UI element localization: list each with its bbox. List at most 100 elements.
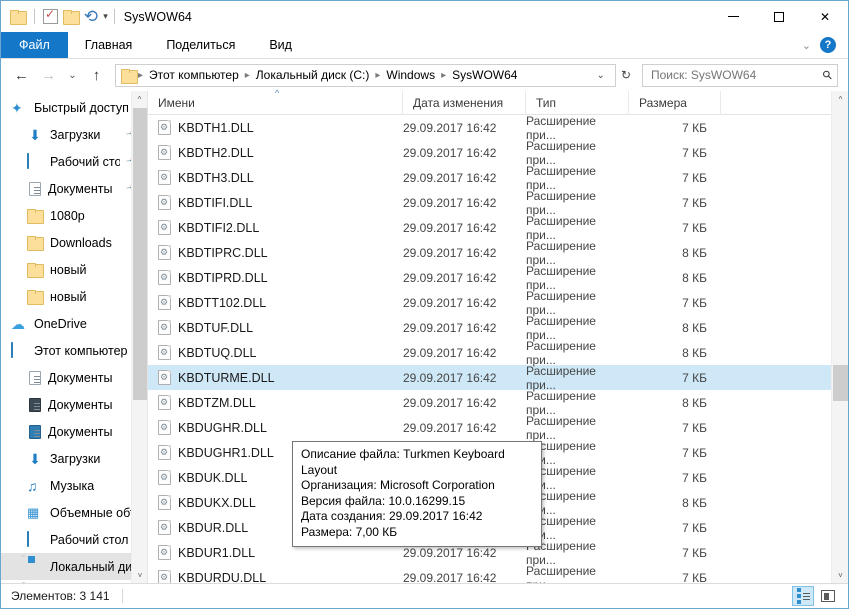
status-divider [122, 589, 123, 603]
file-name-cell: KBDTURME.DLL [148, 370, 403, 385]
tooltip-line-4: Размера: 7,00 КБ [301, 525, 533, 541]
sidebar-scroll-thumb[interactable] [133, 108, 147, 400]
navigation-list: ✦Быстрый доступ⬇Загрузки📌Рабочий сто.📌До… [1, 94, 147, 583]
sidebar-item-1[interactable]: ⬇Загрузки📌 [1, 121, 147, 148]
scroll-thumb[interactable] [833, 365, 848, 401]
table-row[interactable]: KBDTH2.DLL29.09.2017 16:42Расширение при… [148, 140, 848, 165]
table-row[interactable]: KBDURDU.DLL29.09.2017 16:42Расширение пр… [148, 565, 848, 583]
title-divider [114, 9, 115, 24]
file-name-label: KBDUKX.DLL [178, 496, 256, 510]
up-button[interactable]: ↑ [84, 63, 109, 88]
tab-file[interactable]: Файл [1, 32, 68, 58]
sidebar-item-14[interactable]: ♫Музыка [1, 472, 147, 499]
recent-locations-button[interactable]: ⌄ [63, 63, 82, 88]
table-row[interactable]: KBDTIPRD.DLL29.09.2017 16:42Расширение п… [148, 265, 848, 290]
sidebar-item-12[interactable]: Документы [1, 418, 147, 445]
table-row[interactable]: KBDTH1.DLL29.09.2017 16:42Расширение при… [148, 115, 848, 140]
table-row[interactable]: KBDTIFI2.DLL29.09.2017 16:42Расширение п… [148, 215, 848, 240]
sidebar-item-8[interactable]: ☁OneDrive [1, 310, 147, 337]
sidebar-item-5[interactable]: Downloads [1, 229, 147, 256]
table-row[interactable]: KBDTUQ.DLL29.09.2017 16:42Расширение при… [148, 340, 848, 365]
file-size-cell: 7 КБ [629, 296, 721, 310]
column-header-name[interactable]: ^ Имени [148, 91, 403, 115]
file-name-label: KBDTIPRC.DLL [178, 246, 268, 260]
forward-button[interactable]: → [36, 63, 61, 88]
column-header-date[interactable]: Дата изменения [403, 91, 526, 115]
tab-home[interactable]: Главная [68, 32, 150, 58]
sidebar-item-7[interactable]: новый [1, 283, 147, 310]
column-header-size[interactable]: Размера [629, 91, 721, 115]
sidebar-item-17[interactable]: Локальный дис [1, 553, 147, 580]
sidebar-item-11[interactable]: Документы [1, 391, 147, 418]
breadcrumb-separator: ▸ [244, 70, 251, 81]
dll-file-icon [158, 545, 171, 560]
tab-view[interactable]: Вид [252, 32, 309, 58]
details-view-button[interactable] [792, 586, 814, 606]
dll-file-icon [158, 395, 171, 410]
file-name-label: KBDTIFI.DLL [178, 196, 252, 210]
sidebar-item-0[interactable]: ✦ Быстрый доступ [1, 94, 147, 121]
scroll-down-icon[interactable]: ˅ [832, 567, 849, 583]
sidebar-item-10[interactable]: Документы [1, 364, 147, 391]
file-name-cell: KBDTIPRD.DLL [148, 270, 403, 285]
refresh-button[interactable]: ↻ [618, 68, 634, 82]
file-date-cell: 29.09.2017 16:42 [403, 321, 526, 335]
scroll-up-icon[interactable]: ^ [832, 91, 849, 107]
close-button[interactable]: ✕ [802, 1, 848, 32]
sidebar-item-6[interactable]: новый [1, 256, 147, 283]
file-date-cell: 29.09.2017 16:42 [403, 546, 526, 560]
new-folder-icon[interactable] [63, 10, 79, 23]
sidebar-item-label: Документы [48, 371, 112, 385]
sidebar-item-9[interactable]: Этот компьютер [1, 337, 147, 364]
folder-icon[interactable] [10, 10, 26, 23]
sidebar-item-18[interactable]: Локальный дис [1, 580, 147, 583]
sidebar-scroll-down-icon[interactable]: ˅ [132, 567, 147, 583]
search-box[interactable]: ⚲ [642, 64, 838, 87]
table-row[interactable]: KBDTZM.DLL29.09.2017 16:42Расширение при… [148, 390, 848, 415]
table-row[interactable]: KBDTH3.DLL29.09.2017 16:42Расширение при… [148, 165, 848, 190]
star-icon: ✦ [11, 100, 27, 116]
properties-icon[interactable] [43, 9, 58, 24]
breadcrumb-item-syswow64[interactable]: SysWOW64 [448, 68, 521, 82]
dll-file-icon [158, 320, 171, 335]
sidebar-item-2[interactable]: Рабочий сто.📌 [1, 148, 147, 175]
file-list-scrollbar[interactable]: ^ ˅ [831, 91, 848, 583]
undo-icon[interactable]: ⟳ [84, 10, 98, 23]
table-row[interactable]: KBDTT102.DLL29.09.2017 16:42Расширение п… [148, 290, 848, 315]
file-name-label: KBDUK.DLL [178, 471, 247, 485]
maximize-button[interactable] [756, 1, 802, 32]
help-icon[interactable]: ? [820, 37, 836, 53]
sidebar-item-label: Документы [48, 425, 112, 439]
table-row[interactable]: KBDTIFI.DLL29.09.2017 16:42Расширение пр… [148, 190, 848, 215]
table-row[interactable]: KBDTIPRC.DLL29.09.2017 16:42Расширение п… [148, 240, 848, 265]
sidebar-item-16[interactable]: Рабочий стол [1, 526, 147, 553]
column-header-type[interactable]: Тип [526, 91, 629, 115]
table-row[interactable]: KBDTUF.DLL29.09.2017 16:42Расширение при… [148, 315, 848, 340]
dll-file-icon [158, 420, 171, 435]
sidebar-item-label: Быстрый доступ [34, 101, 129, 115]
table-row[interactable]: KBDUGHR.DLL29.09.2017 16:42Расширение пр… [148, 415, 848, 440]
sidebar-item-4[interactable]: 1080p [1, 202, 147, 229]
music-icon: ♫ [27, 478, 43, 494]
column-header-extra[interactable] [721, 91, 848, 115]
sidebar-item-15[interactable]: ▦Объемные объ [1, 499, 147, 526]
sidebar-scrollbar[interactable]: ^ ˅ [131, 91, 147, 583]
breadcrumb-item-computer[interactable]: Этот компьютер [145, 68, 243, 82]
chevron-down-icon[interactable]: ⌄ [802, 39, 811, 52]
table-row[interactable]: KBDTURME.DLL29.09.2017 16:42Расширение п… [148, 365, 848, 390]
minimize-button[interactable] [710, 1, 756, 32]
breadcrumb-dropdown-icon[interactable]: ⌄ [591, 70, 611, 81]
file-date-cell: 29.09.2017 16:42 [403, 371, 526, 385]
breadcrumb[interactable]: ▸ Этот компьютер ▸ Локальный диск (C:) ▸… [115, 64, 616, 87]
tab-share[interactable]: Поделиться [149, 32, 252, 58]
breadcrumb-item-windows[interactable]: Windows [382, 68, 439, 82]
sidebar-item-3[interactable]: Документы📌 [1, 175, 147, 202]
sidebar-scroll-up-icon[interactable]: ^ [132, 91, 147, 107]
sidebar-item-13[interactable]: ⬇Загрузки [1, 445, 147, 472]
back-button[interactable]: ← [9, 63, 34, 88]
breadcrumb-item-drive[interactable]: Локальный диск (C:) [252, 68, 374, 82]
dll-file-icon [158, 170, 171, 185]
large-icons-view-button[interactable] [817, 586, 839, 606]
search-input[interactable] [651, 68, 823, 82]
customize-chevron-icon[interactable]: ▾ [103, 11, 108, 22]
